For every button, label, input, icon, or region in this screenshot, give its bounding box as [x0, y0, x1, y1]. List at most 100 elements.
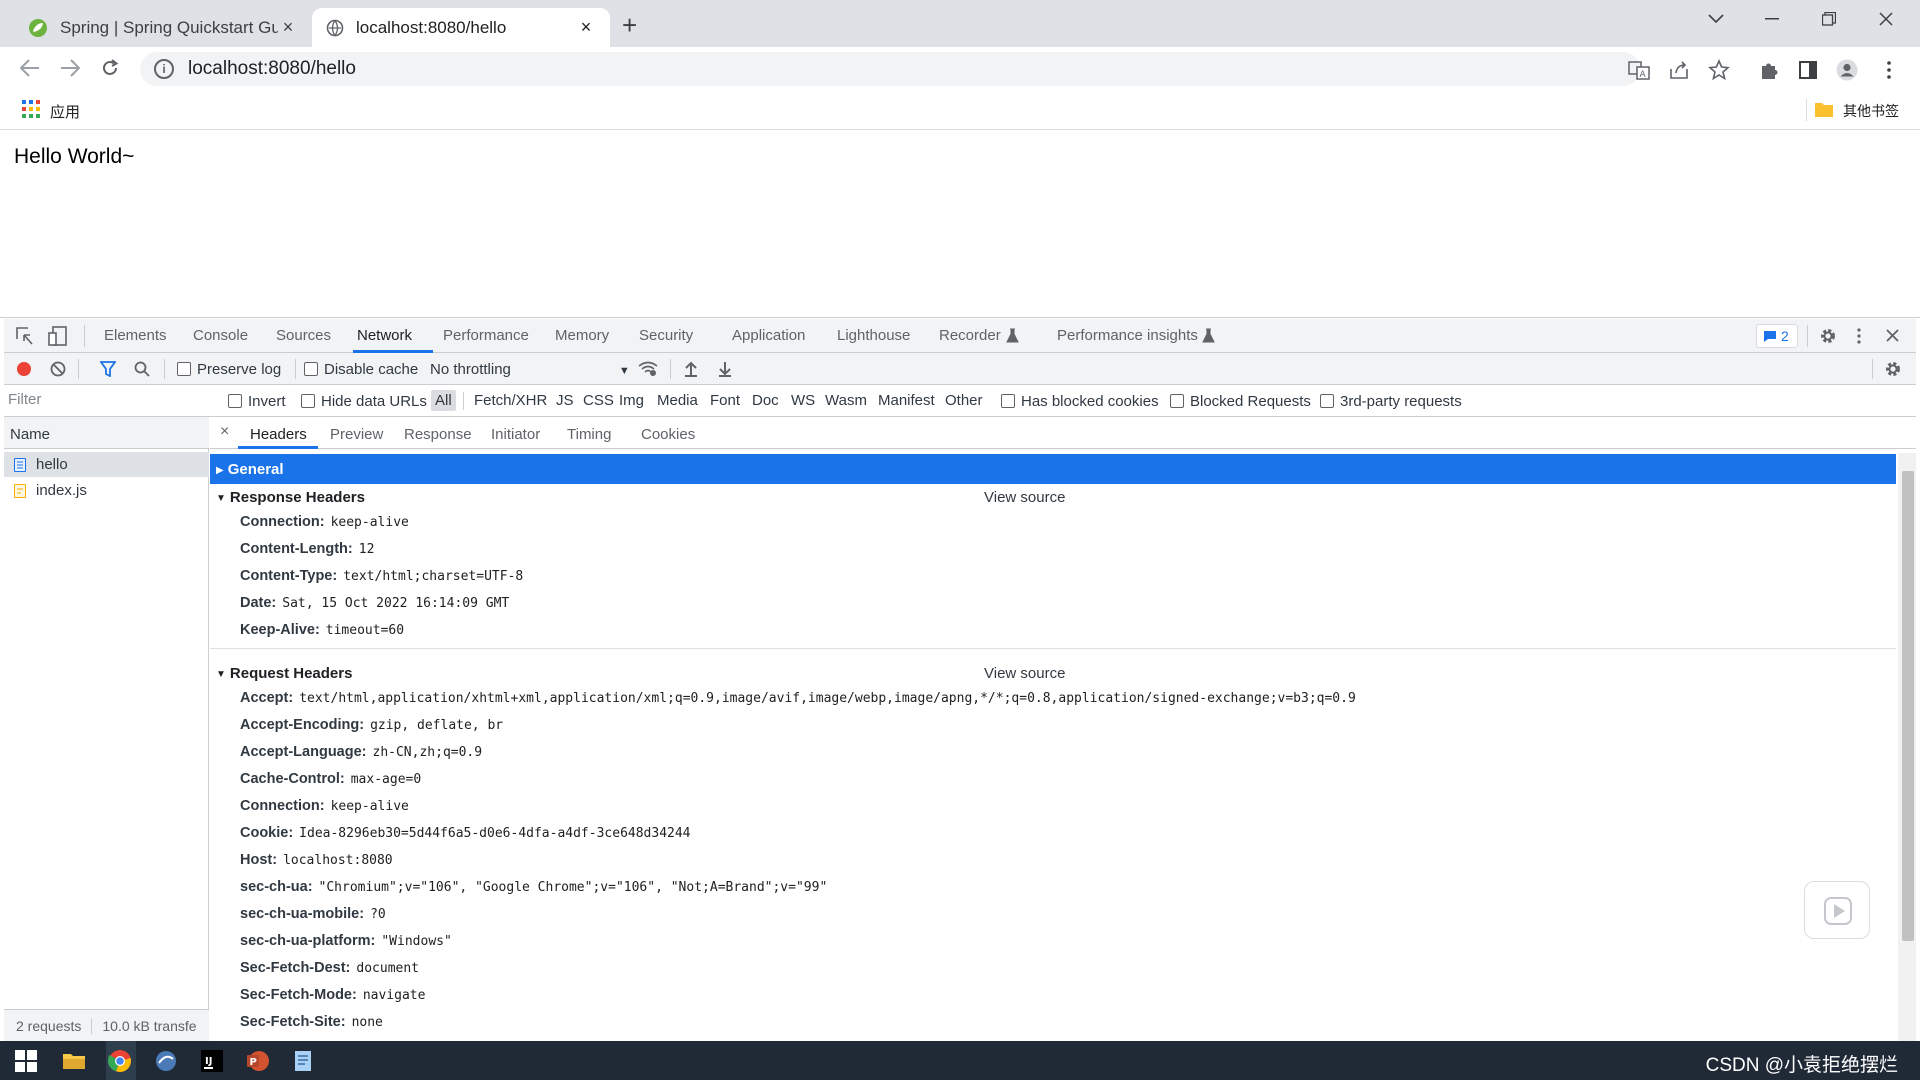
tab-application[interactable]: Application	[732, 327, 805, 344]
profile-avatar-icon[interactable]	[1836, 59, 1858, 81]
settings-gear-icon[interactable]	[1819, 327, 1837, 345]
type-filter-wasm[interactable]: Wasm	[821, 390, 871, 411]
type-filter-js[interactable]: JS	[552, 390, 578, 411]
inspect-element-icon[interactable]	[16, 327, 34, 345]
tab-recorder[interactable]: Recorder	[939, 327, 1001, 344]
tab-performance-insights[interactable]: Performance insights	[1057, 327, 1198, 344]
column-header-name[interactable]: Name	[4, 417, 209, 449]
new-tab-button[interactable]: +	[622, 10, 637, 41]
device-toolbar-icon[interactable]	[48, 326, 68, 346]
type-filter-media[interactable]: Media	[653, 390, 702, 411]
reload-icon[interactable]	[100, 58, 120, 78]
close-details-icon[interactable]: ×	[220, 423, 229, 441]
details-scrollbar[interactable]	[1898, 453, 1916, 1041]
powerpoint-icon[interactable]: P	[246, 1049, 270, 1073]
search-icon[interactable]	[134, 361, 150, 377]
tab-lighthouse[interactable]: Lighthouse	[837, 327, 910, 344]
tab-cookies[interactable]: Cookies	[641, 426, 695, 443]
import-har-icon[interactable]	[684, 361, 698, 377]
customize-menu-icon[interactable]	[1856, 327, 1862, 345]
tab-close-icon[interactable]: ×	[278, 17, 298, 38]
third-party-requests-checkbox[interactable]: 3rd-party requests	[1320, 393, 1462, 410]
other-bookmarks[interactable]: 其他书签	[1843, 101, 1899, 121]
tab-performance[interactable]: Performance	[443, 327, 529, 344]
apps-grid-icon[interactable]	[22, 100, 40, 118]
general-section-header[interactable]: ▶ General	[210, 454, 1896, 484]
chrome-icon[interactable]	[108, 1049, 132, 1073]
tab-console[interactable]: Console	[193, 327, 248, 344]
tab-spring-quickstart[interactable]: Spring | Spring Quickstart Gui ×	[14, 8, 312, 47]
blocked-requests-checkbox[interactable]: Blocked Requests	[1170, 393, 1311, 410]
tab-title: localhost:8080/hello	[356, 17, 507, 37]
side-panel-icon[interactable]	[1797, 59, 1819, 81]
export-har-icon[interactable]	[718, 361, 732, 377]
tab-close-icon[interactable]: ×	[576, 17, 596, 38]
network-settings-gear-icon[interactable]	[1884, 360, 1902, 378]
type-filter-doc[interactable]: Doc	[748, 390, 783, 411]
preserve-log-checkbox[interactable]: Preserve log	[177, 361, 281, 378]
type-filter-manifest[interactable]: Manifest	[874, 390, 939, 411]
type-filter-all[interactable]: All	[431, 390, 456, 411]
record-icon[interactable]	[16, 361, 32, 377]
intellij-idea-icon[interactable]: IJ	[200, 1049, 224, 1073]
view-source-link[interactable]: View source	[984, 665, 1065, 682]
extensions-puzzle-icon[interactable]	[1758, 59, 1780, 81]
response-headers-title: Response Headers	[229, 489, 365, 506]
type-filter-ws[interactable]: WS	[787, 390, 819, 411]
header-value: gzip, deflate, br	[370, 718, 504, 733]
restore-icon[interactable]	[1822, 12, 1836, 26]
bookmark-star-icon[interactable]	[1708, 59, 1730, 81]
file-explorer-icon[interactable]	[62, 1049, 86, 1073]
tab-timing[interactable]: Timing	[567, 426, 611, 443]
back-icon[interactable]	[20, 59, 40, 77]
header-row: sec-ch-ua-platform: "Windows"	[240, 933, 452, 949]
type-filter-fetch-xhr[interactable]: Fetch/XHR	[470, 390, 551, 411]
tab-headers[interactable]: Headers	[250, 426, 307, 443]
tab-network[interactable]: Network	[357, 327, 412, 344]
tab-preview[interactable]: Preview	[330, 426, 383, 443]
clear-icon[interactable]	[50, 361, 66, 377]
request-row-index-js[interactable]: index.js	[4, 478, 209, 503]
view-source-link[interactable]: View source	[984, 489, 1065, 506]
site-info-icon[interactable]: i	[154, 59, 174, 79]
hide-data-urls-checkbox[interactable]: Hide data URLs	[301, 393, 427, 410]
app-icon[interactable]	[154, 1049, 178, 1073]
type-filter-img[interactable]: Img	[615, 390, 648, 411]
minimize-icon[interactable]	[1765, 18, 1779, 20]
share-icon[interactable]	[1668, 59, 1690, 81]
filter-input[interactable]: Filter	[8, 391, 208, 411]
invert-checkbox[interactable]: Invert	[228, 393, 286, 410]
apps-label[interactable]: 应用	[50, 101, 80, 122]
close-devtools-icon[interactable]	[1886, 329, 1899, 342]
notepad-icon[interactable]	[292, 1049, 316, 1073]
forward-icon[interactable]	[60, 59, 80, 77]
tab-sources[interactable]: Sources	[276, 327, 331, 344]
tab-elements[interactable]: Elements	[104, 327, 167, 344]
tab-security[interactable]: Security	[639, 327, 693, 344]
folder-icon	[1815, 103, 1833, 117]
video-play-button[interactable]	[1804, 881, 1870, 939]
issues-badge[interactable]: 2	[1756, 324, 1798, 348]
header-value: text/html,application/xhtml+xml,applicat…	[299, 691, 1356, 706]
windows-start-icon[interactable]	[14, 1049, 38, 1073]
tab-memory[interactable]: Memory	[555, 327, 609, 344]
type-filter-css[interactable]: CSS	[579, 390, 618, 411]
address-bar[interactable]: i localhost:8080/hello	[140, 52, 1640, 86]
tab-localhost-hello[interactable]: localhost:8080/hello ×	[312, 8, 610, 47]
tab-search-chevron-icon[interactable]	[1708, 14, 1724, 24]
disable-cache-checkbox[interactable]: Disable cache	[304, 361, 418, 378]
throttling-select[interactable]: No throttling ▼	[430, 361, 630, 378]
scrollbar-thumb[interactable]	[1902, 471, 1914, 941]
type-filter-font[interactable]: Font	[706, 390, 744, 411]
request-row-hello[interactable]: hello	[4, 452, 209, 477]
tab-initiator[interactable]: Initiator	[491, 426, 540, 443]
translate-icon[interactable]: A	[1628, 59, 1650, 81]
network-conditions-icon[interactable]	[638, 361, 658, 377]
close-window-icon[interactable]	[1879, 12, 1893, 26]
type-filter-other[interactable]: Other	[941, 390, 987, 411]
has-blocked-cookies-checkbox[interactable]: Has blocked cookies	[1001, 393, 1159, 410]
filter-funnel-icon[interactable]	[100, 361, 116, 377]
browser-menu-icon[interactable]	[1878, 59, 1900, 81]
response-headers-section: ▼ Response Headers View source Connection…	[210, 489, 1896, 649]
tab-response[interactable]: Response	[404, 426, 472, 443]
